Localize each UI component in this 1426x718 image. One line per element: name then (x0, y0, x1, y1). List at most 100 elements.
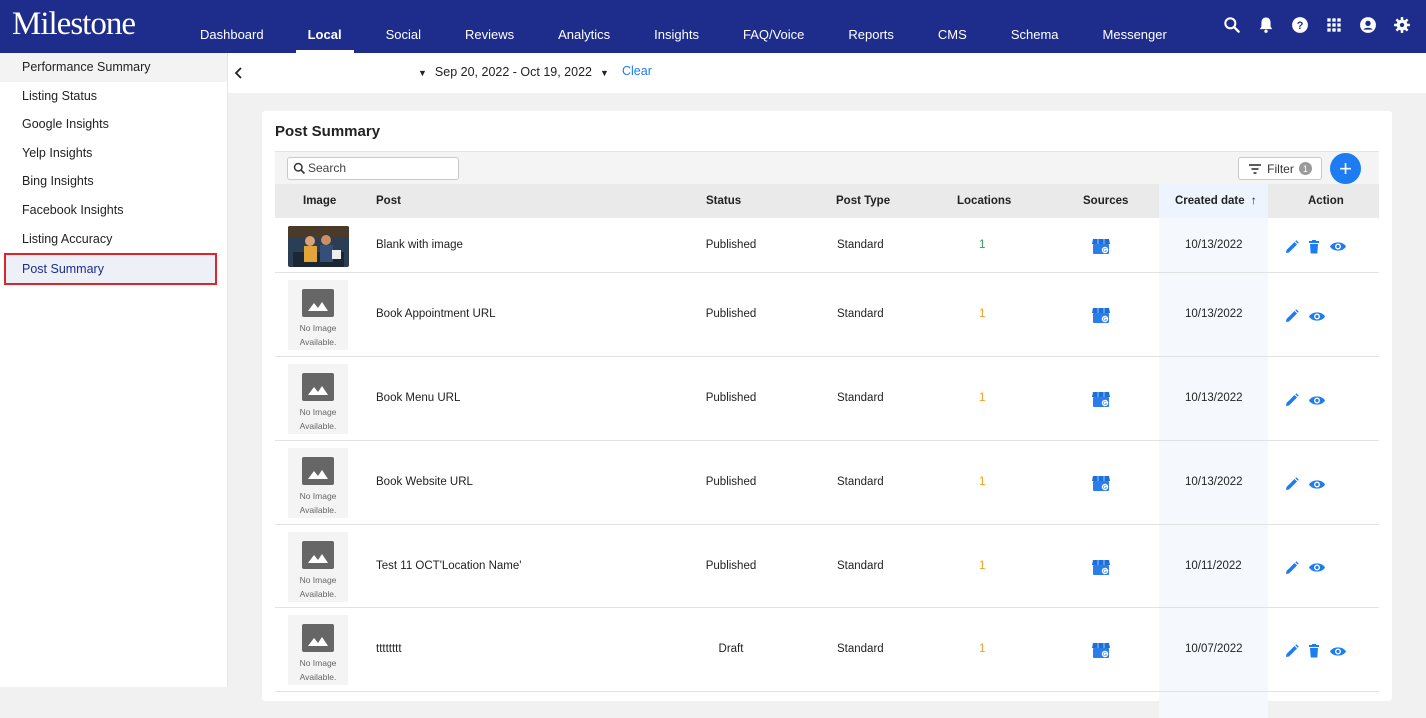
post-title[interactable]: Book Appointment URL (376, 308, 496, 320)
edit-icon[interactable] (1285, 477, 1299, 491)
post-title[interactable]: Test 11 OCT'Location Name' (376, 560, 521, 572)
created-date-text: 10/07/2022 (1185, 643, 1243, 655)
sidebar-item-yelp-insights[interactable]: Yelp Insights (0, 139, 227, 168)
bell-icon[interactable] (1256, 15, 1276, 35)
nav-cms[interactable]: CMS (916, 0, 989, 53)
table-toolbar: Filter 1 + (275, 151, 1379, 184)
column-header-post[interactable]: Post (376, 184, 401, 218)
post-title[interactable]: Book Website URL (376, 476, 473, 488)
sidebar-item-bing-insights[interactable]: Bing Insights (0, 167, 227, 196)
sidebar-item-listing-status[interactable]: Listing Status (0, 82, 227, 111)
no-image-text: No Image (299, 407, 337, 417)
google-business-icon: G (1091, 236, 1111, 256)
nav-messenger[interactable]: Messenger (1081, 0, 1189, 53)
no-image-text: Available. (299, 505, 337, 515)
nav-dashboard[interactable]: Dashboard (178, 0, 286, 53)
post-title[interactable]: Book Menu URL (376, 392, 460, 404)
no-image-placeholder: No Image Available. (288, 448, 348, 518)
edit-icon[interactable] (1285, 560, 1299, 575)
view-eye-icon[interactable] (1329, 645, 1347, 658)
nav-local[interactable]: Local (286, 0, 364, 53)
search-input[interactable] (308, 161, 453, 175)
sidebar-item-google-insights[interactable]: Google Insights (0, 110, 227, 139)
nav-social[interactable]: Social (364, 0, 443, 53)
created-date-text: 10/13/2022 (1185, 308, 1243, 320)
edit-icon[interactable] (1285, 644, 1299, 658)
top-icon-group: ? (1222, 15, 1412, 35)
post-title[interactable]: Blank with image (376, 239, 463, 251)
nav-insights[interactable]: Insights (632, 0, 721, 53)
sidebar-collapse-button[interactable] (228, 53, 250, 93)
edit-icon[interactable] (1285, 393, 1299, 407)
apps-grid-icon[interactable] (1324, 15, 1344, 35)
edit-icon[interactable] (1285, 239, 1299, 254)
table-row: No Image Available. tttttttt Draft Stand… (275, 608, 1379, 692)
view-eye-icon[interactable] (1308, 394, 1326, 407)
sidebar-item-post-summary[interactable]: Post Summary (4, 253, 217, 286)
nav-analytics[interactable]: Analytics (536, 0, 632, 53)
sort-ascending-icon: ↑ (1250, 195, 1257, 207)
post-title[interactable]: tttttttt (376, 643, 402, 655)
status-text: Published (705, 559, 757, 572)
status-text: Published (705, 308, 757, 320)
google-business-icon: G (1091, 389, 1111, 409)
settings-icon[interactable] (1392, 15, 1412, 35)
view-eye-icon[interactable] (1308, 478, 1326, 491)
sidebar-item-listing-accuracy[interactable]: Listing Accuracy (0, 225, 227, 254)
edit-icon[interactable] (1285, 309, 1299, 323)
nav-reviews[interactable]: Reviews (443, 0, 536, 53)
nav-reports[interactable]: Reports (826, 0, 916, 53)
no-image-placeholder: No Image Available. (288, 280, 348, 350)
created-date-text: 10/13/2022 (1185, 476, 1243, 488)
locations-count[interactable]: 1 (979, 476, 985, 488)
sidebar-item-performance-summary[interactable]: Performance Summary (0, 53, 227, 82)
column-header-created-date[interactable]: Created date ↑ (1159, 184, 1268, 218)
image-placeholder-icon (302, 289, 334, 317)
locations-count[interactable]: 1 (979, 643, 985, 655)
locations-count[interactable]: 1 (979, 239, 985, 251)
column-header-status[interactable]: Status (706, 184, 741, 218)
clear-date-link[interactable]: Clear (622, 64, 652, 78)
row-actions (1285, 309, 1326, 323)
created-date-text: 10/11/2022 (1185, 559, 1242, 572)
row-actions (1285, 644, 1347, 658)
column-header-post-type[interactable]: Post Type (836, 184, 890, 218)
filter-label: Filter (1267, 161, 1294, 176)
view-eye-icon[interactable] (1329, 240, 1347, 253)
locations-count[interactable]: 1 (979, 560, 985, 572)
sidebar: Performance Summary Listing Status Googl… (0, 53, 228, 687)
date-range-picker[interactable]: ▼ Sep 20, 2022 - Oct 19, 2022 ▼ (418, 65, 609, 79)
search-icon[interactable] (1222, 15, 1242, 35)
help-icon[interactable]: ? (1290, 15, 1310, 35)
google-business-icon: G (1091, 473, 1111, 493)
locations-count[interactable]: 1 (979, 308, 985, 320)
image-placeholder-icon (302, 540, 334, 569)
no-image-text: No Image (299, 658, 337, 668)
column-header-locations[interactable]: Locations (957, 184, 1011, 218)
view-eye-icon[interactable] (1308, 310, 1326, 323)
google-business-icon: G (1091, 557, 1111, 577)
account-icon[interactable] (1358, 15, 1378, 35)
google-business-icon: G (1091, 305, 1111, 325)
no-image-text: Available. (299, 588, 337, 599)
add-post-button[interactable]: + (1330, 153, 1361, 184)
milestone-logo[interactable]: Milestone (12, 6, 136, 43)
post-thumbnail-image[interactable] (288, 225, 349, 267)
status-text: Published (705, 476, 757, 488)
svg-text:G: G (1103, 248, 1107, 254)
locations-count[interactable]: 1 (979, 392, 985, 404)
filter-button[interactable]: Filter 1 (1238, 157, 1322, 180)
search-icon (293, 162, 306, 175)
delete-icon[interactable] (1308, 239, 1320, 254)
nav-schema[interactable]: Schema (989, 0, 1081, 53)
table-row: No Image Available. Book Menu URL Publis… (275, 357, 1379, 441)
sidebar-item-facebook-insights[interactable]: Facebook Insights (0, 196, 227, 225)
post-type-text: Standard (837, 643, 884, 655)
view-eye-icon[interactable] (1308, 561, 1326, 574)
nav-faq-voice[interactable]: FAQ/Voice (721, 0, 826, 53)
page-title: Post Summary (275, 123, 381, 140)
filter-count-badge: 1 (1298, 162, 1312, 175)
no-image-placeholder: No Image Available. (288, 364, 348, 434)
delete-icon[interactable] (1308, 644, 1320, 658)
column-header-action: Action (1308, 195, 1344, 207)
